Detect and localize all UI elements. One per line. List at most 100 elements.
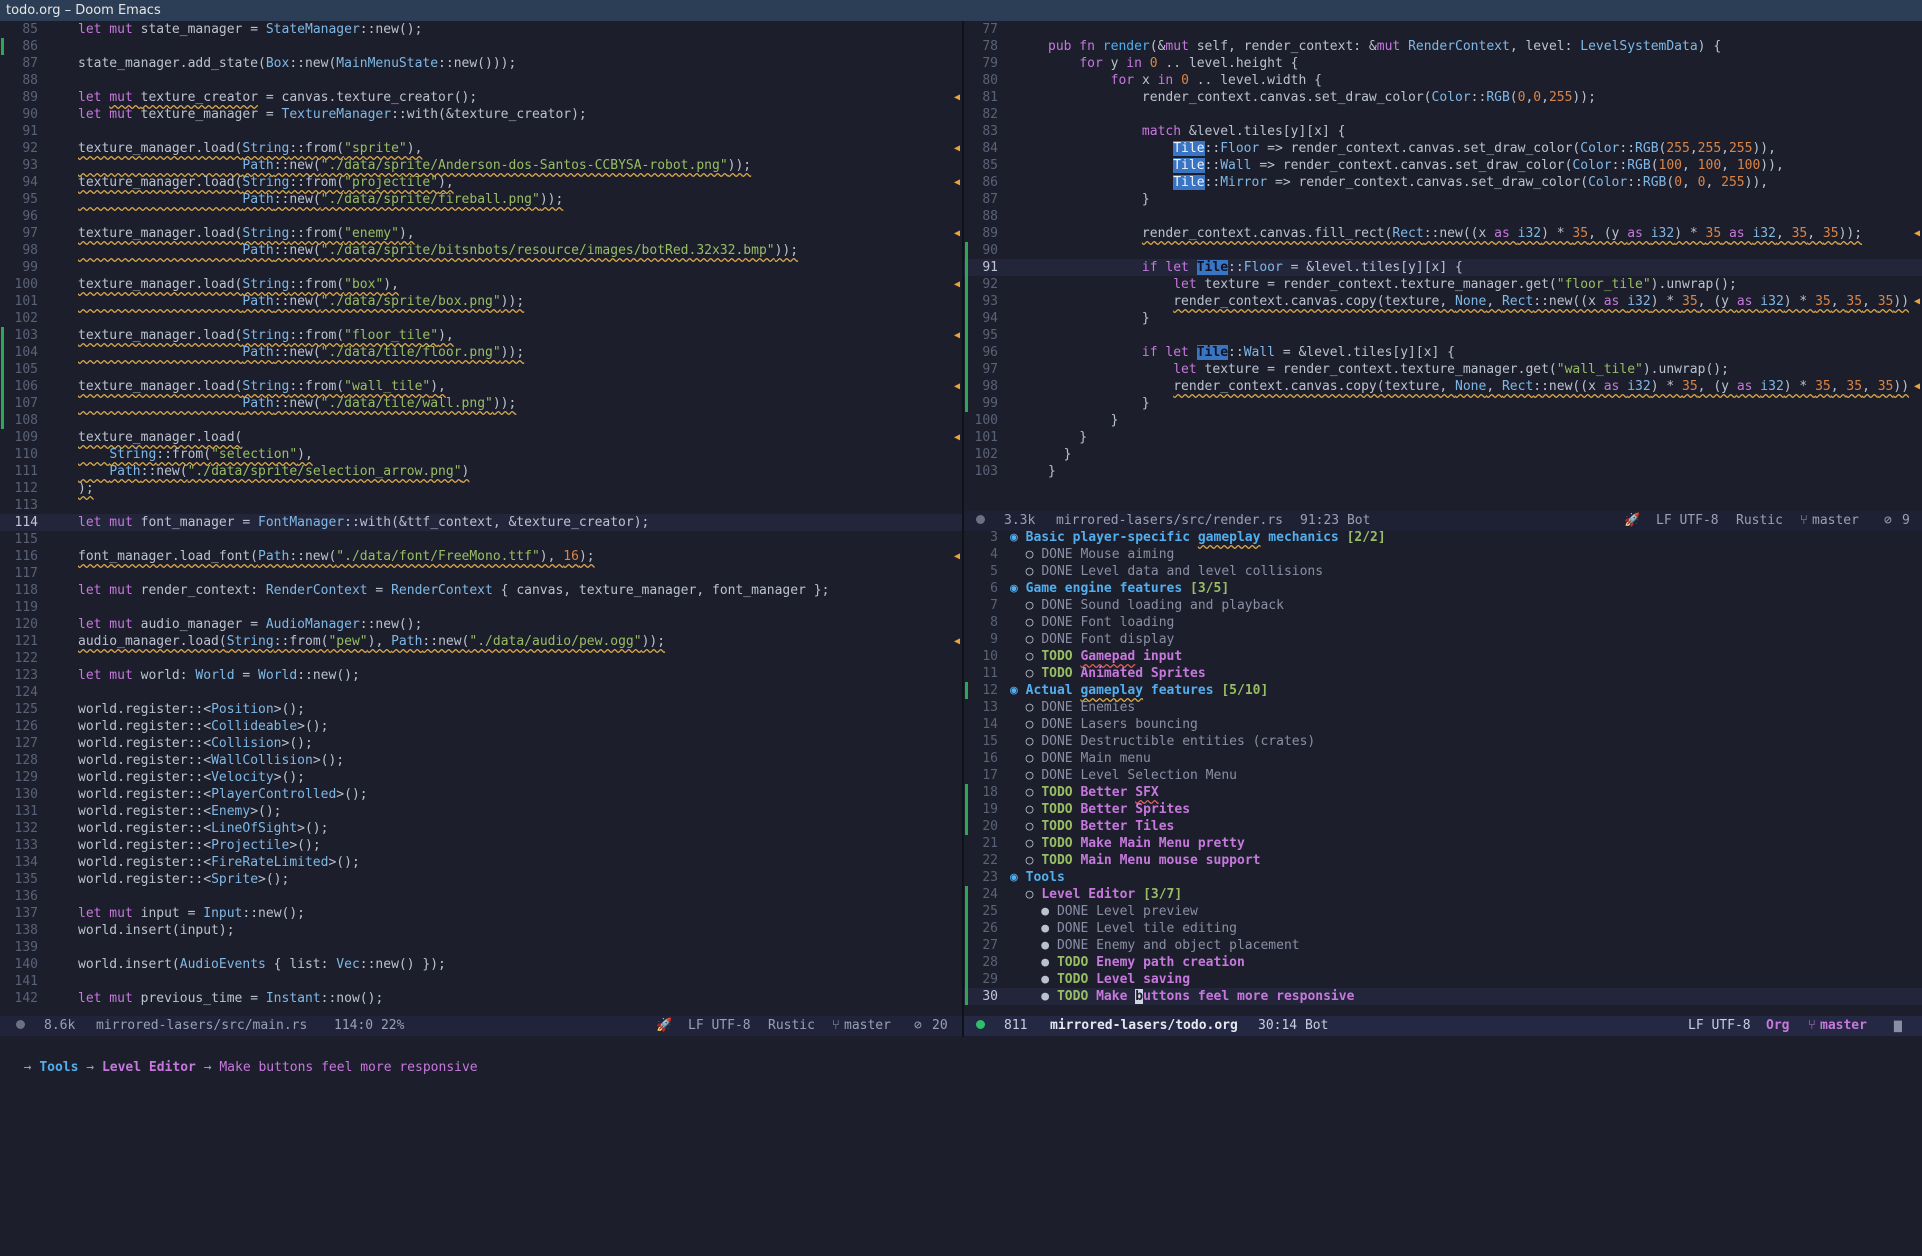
encoding[interactable]: LF UTF-8 [688,1016,751,1036]
code-line[interactable]: 142 let mut previous_time = Instant::now(… [0,990,962,1007]
code-line[interactable]: 100 texture_manager.load(String::from("bo… [0,276,962,293]
code-line[interactable]: 92 let texture = render_context.texture_… [964,276,1922,293]
code-line[interactable]: 110 String::from("selection"), [0,446,962,463]
code-line[interactable]: 90 [964,242,1922,259]
code-line[interactable]: 10 ○ TODO Gamepad input [964,648,1922,665]
code-line[interactable]: 85 let mut state_manager = StateManager::… [0,21,962,38]
code-line[interactable]: 124 [0,684,962,701]
code-line[interactable]: 102 } [964,446,1922,463]
editor-pane-render-rs[interactable]: 77 78 pub fn render(&mut self, render_cont… [964,21,1922,511]
code-line[interactable]: 4 ○ DONE Mouse aiming [964,546,1922,563]
warning-fringe-icon[interactable]: ◀ [954,89,960,106]
code-line[interactable]: 8 ○ DONE Font loading [964,614,1922,631]
code-line[interactable]: 28 ● TODO Enemy path creation [964,954,1922,971]
code-line[interactable]: 105 [0,361,962,378]
code-line[interactable]: 120 let mut audio_manager = AudioManager:… [0,616,962,633]
warning-fringe-icon[interactable]: ◀ [954,225,960,242]
code-line[interactable]: 117 [0,565,962,582]
code-line[interactable]: 89 let mut texture_creator = canvas.textu… [0,89,962,106]
code-line[interactable]: 134 world.register::<FireRateLimited>(); [0,854,962,871]
code-line[interactable]: 19 ○ TODO Better Sprites [964,801,1922,818]
code-line[interactable]: 78 pub fn render(&mut self, render_contex… [964,38,1922,55]
code-line[interactable]: 93 Path::new("./data/sprite/Anderson-dos… [0,157,962,174]
warning-fringe-icon[interactable]: ◀ [954,140,960,157]
code-line[interactable]: 101 } [964,429,1922,446]
code-line[interactable]: 27 ● DONE Enemy and object placement [964,937,1922,954]
code-line[interactable]: 119 [0,599,962,616]
editor-pane-main-rs[interactable]: 85 let mut state_manager = StateManager::… [0,21,962,1016]
major-mode[interactable]: Rustic [1736,511,1783,531]
code-line[interactable]: 98 Path::new("./data/sprite/bitsnbots/re… [0,242,962,259]
code-line[interactable]: 29 ● TODO Level saving [964,971,1922,988]
code-line[interactable]: 11 ○ TODO Animated Sprites [964,665,1922,682]
warning-fringe-icon[interactable]: ◀ [1914,225,1920,242]
code-line[interactable]: 96 if let Tile::Wall = &level.tiles[y][x… [964,344,1922,361]
code-line[interactable]: 100 } [964,412,1922,429]
code-line[interactable]: 21 ○ TODO Make Main Menu pretty [964,835,1922,852]
code-line[interactable]: 115 [0,531,962,548]
code-line[interactable]: 82 [964,106,1922,123]
lsp-rocket-icon[interactable]: 🚀 [1624,511,1640,531]
code-line[interactable]: 103 texture_manager.load(String::from("fl… [0,327,962,344]
code-line[interactable]: 89 render_context.canvas.fill_rect(Rect:… [964,225,1922,242]
code-line[interactable]: 86 [0,38,962,55]
git-branch[interactable]: master [844,1016,891,1036]
code-line[interactable]: 91 if let Tile::Floor = &level.tiles[y][… [964,259,1922,276]
flycheck-count[interactable]: 20 [932,1016,948,1036]
git-branch[interactable]: master [1820,1016,1867,1036]
code-line[interactable]: 26 ● DONE Level tile editing [964,920,1922,937]
code-line[interactable]: 125 world.register::<Position>(); [0,701,962,718]
warning-fringe-icon[interactable]: ◀ [954,548,960,565]
code-line[interactable]: 80 for x in 0 .. level.width { [964,72,1922,89]
buffer-file-name[interactable]: mirrored-lasers/src/main.rs [96,1016,307,1036]
code-line[interactable]: 16 ○ DONE Main menu [964,750,1922,767]
code-line[interactable]: 24 ○ Level Editor [3/7] [964,886,1922,903]
code-line[interactable]: 141 [0,973,962,990]
code-line[interactable]: 79 for y in 0 .. level.height { [964,55,1922,72]
code-line[interactable]: 14 ○ DONE Lasers bouncing [964,716,1922,733]
code-line[interactable]: 127 world.register::<Collision>(); [0,735,962,752]
code-line[interactable]: 85 Tile::Wall => render_context.canvas.s… [964,157,1922,174]
code-line[interactable]: 93 render_context.canvas.copy(texture, N… [964,293,1922,310]
code-line[interactable]: 7 ○ DONE Sound loading and playback [964,597,1922,614]
code-line[interactable]: 108 [0,412,962,429]
code-line[interactable]: 135 world.register::<Sprite>(); [0,871,962,888]
code-line[interactable]: 6 ◉ Game engine features [3/5] [964,580,1922,597]
code-line[interactable]: 102 [0,310,962,327]
code-line[interactable]: 30 ● TODO Make buttons feel more respons… [964,988,1922,1005]
code-line[interactable]: 139 [0,939,962,956]
code-line[interactable]: 113 [0,497,962,514]
code-line[interactable]: 17 ○ DONE Level Selection Menu [964,767,1922,784]
code-line[interactable]: 98 render_context.canvas.copy(texture, N… [964,378,1922,395]
code-line[interactable]: 130 world.register::<PlayerControlled>(); [0,786,962,803]
major-mode[interactable]: Rustic [768,1016,815,1036]
code-line[interactable]: 94 texture_manager.load(String::from("pro… [0,174,962,191]
warning-fringe-icon[interactable]: ◀ [954,378,960,395]
buffer-file-name[interactable]: mirrored-lasers/todo.org [1050,1016,1238,1036]
encoding[interactable]: LF UTF-8 [1656,511,1719,531]
code-line[interactable]: 116 font_manager.load_font(Path::new("./d… [0,548,962,565]
lsp-rocket-icon[interactable]: 🚀 [656,1016,672,1036]
code-line[interactable]: 133 world.register::<Projectile>(); [0,837,962,854]
code-line[interactable]: 91 [0,123,962,140]
warning-fringe-icon[interactable]: ◀ [954,429,960,446]
warning-fringe-icon[interactable]: ◀ [954,276,960,293]
warning-fringe-icon[interactable]: ◀ [954,633,960,650]
code-line[interactable]: 95 Path::new("./data/sprite/fireball.png… [0,191,962,208]
warning-fringe-icon[interactable]: ◀ [1914,293,1920,310]
code-line[interactable]: 23 ◉ Tools [964,869,1922,886]
code-line[interactable]: 101 Path::new("./data/sprite/box.png")); [0,293,962,310]
flycheck-count[interactable]: 9 [1902,511,1910,531]
code-line[interactable]: 99 } [964,395,1922,412]
code-line[interactable]: 126 world.register::<Collideable>(); [0,718,962,735]
code-line[interactable]: 87 state_manager.add_state(Box::new(MainM… [0,55,962,72]
code-line[interactable]: 90 let mut texture_manager = TextureManag… [0,106,962,123]
code-line[interactable]: 104 Path::new("./data/tile/floor.png")); [0,344,962,361]
code-line[interactable]: 106 texture_manager.load(String::from("wa… [0,378,962,395]
code-line[interactable]: 129 world.register::<Velocity>(); [0,769,962,786]
code-line[interactable]: 123 let mut world: World = World::new(); [0,667,962,684]
code-line[interactable]: 136 [0,888,962,905]
code-line[interactable]: 114 let mut font_manager = FontManager::w… [0,514,962,531]
code-line[interactable]: 92 texture_manager.load(String::from("spr… [0,140,962,157]
warning-fringe-icon[interactable]: ◀ [954,174,960,191]
